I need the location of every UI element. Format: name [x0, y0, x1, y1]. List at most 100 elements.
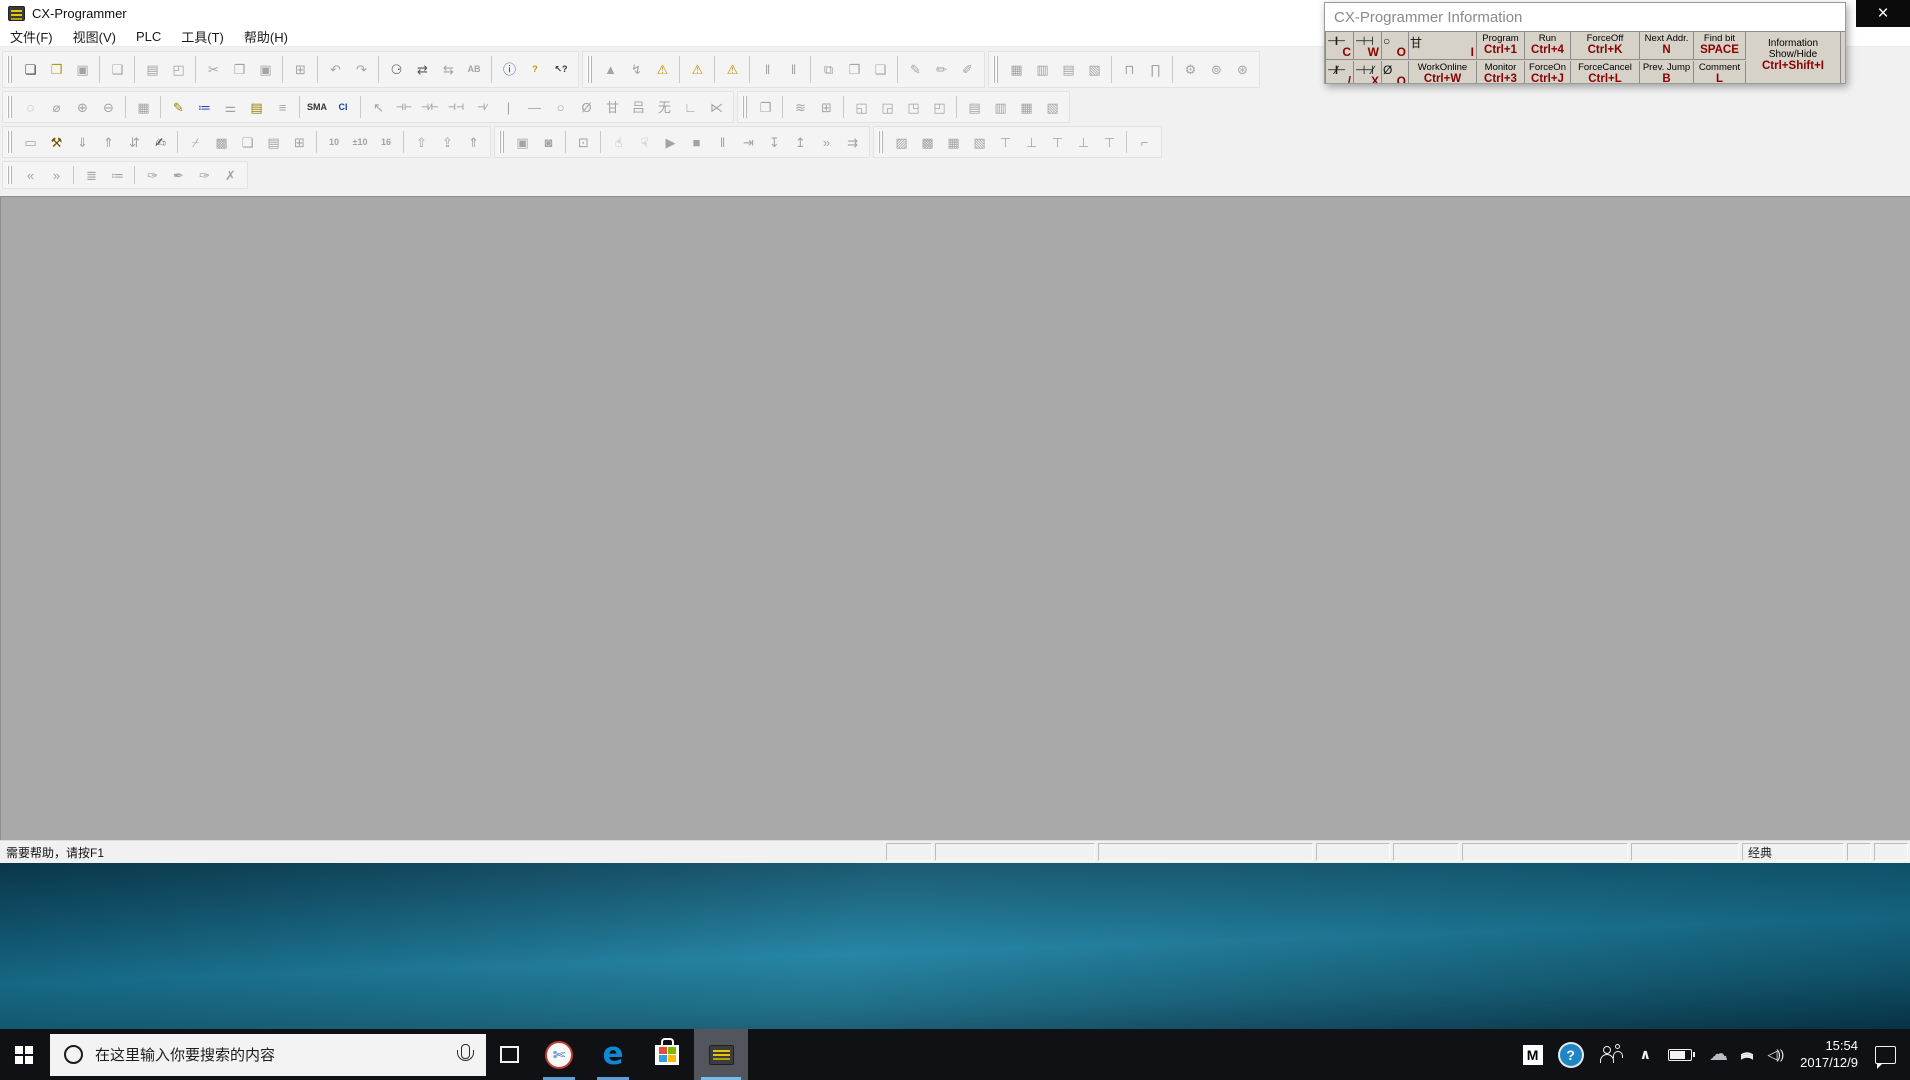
- memory-card-view-button[interactable]: ▤: [1055, 58, 1081, 82]
- new-vertical-line-button[interactable]: |: [495, 95, 521, 119]
- build-program-button[interactable]: ⚒: [43, 130, 69, 154]
- new-inverted-instruction-button[interactable]: 无: [651, 95, 677, 119]
- pause-hand-button[interactable]: ☟: [631, 130, 657, 154]
- tray-network-icon[interactable]: (((: [1740, 1052, 1755, 1058]
- sma-instructions-button[interactable]: SMA: [304, 95, 330, 119]
- mesh-check-button[interactable]: ▩: [208, 130, 234, 154]
- find-warning-button[interactable]: ⚠: [649, 58, 675, 82]
- tray-volume-icon[interactable]: ◁)): [1768, 1047, 1785, 1063]
- watch-window-3-button[interactable]: ▦: [940, 130, 966, 154]
- io-table-button[interactable]: ⊞: [286, 130, 312, 154]
- change-all-button[interactable]: ⇆: [435, 58, 461, 82]
- toolbar-grip-handle[interactable]: [7, 96, 12, 118]
- pan-tool-button[interactable]: ◌: [17, 95, 43, 119]
- pause-program-button[interactable]: ‖: [709, 130, 735, 154]
- monitor-hex-button[interactable]: 16: [373, 130, 399, 154]
- online-edit-send-button[interactable]: ✏: [928, 58, 954, 82]
- task-schedule-button[interactable]: ⊞: [813, 95, 839, 119]
- toolbar-grip-handle[interactable]: [7, 131, 12, 153]
- monitor-data-in-rung-button[interactable]: ▤: [243, 95, 269, 119]
- force-pen-set-button[interactable]: ✑: [139, 163, 165, 187]
- taskbar-app-store[interactable]: [640, 1029, 694, 1080]
- redo-button[interactable]: ↷: [348, 58, 374, 82]
- force-pen-toggle-button[interactable]: ✑: [191, 163, 217, 187]
- tray-show-hidden-icons-chevron[interactable]: ∧: [1640, 1046, 1651, 1063]
- zoom-custom-button[interactable]: ⌀: [43, 95, 69, 119]
- toolbar-grip-handle[interactable]: [878, 131, 883, 153]
- print-button[interactable]: ▤: [139, 58, 165, 82]
- line-connect-button[interactable]: ∟: [677, 95, 703, 119]
- tray-help-icon[interactable]: ?: [1559, 1043, 1582, 1066]
- start-button[interactable]: [0, 1029, 48, 1080]
- menu-item-view[interactable]: 视图(V): [63, 26, 126, 46]
- ci-view-button[interactable]: CI: [330, 95, 356, 119]
- new-file-button[interactable]: ❏: [17, 58, 43, 82]
- taskbar-app-cx-programmer[interactable]: [694, 1029, 748, 1080]
- toolbar-grip-handle[interactable]: [587, 56, 592, 83]
- information-window-title-bar[interactable]: CX-Programmer Information: [1325, 3, 1845, 31]
- address-reference-button[interactable]: ❒: [841, 58, 867, 82]
- plc-clock-button[interactable]: ⊚: [1203, 58, 1229, 82]
- transfer-to-plc-button[interactable]: ⇓: [69, 130, 95, 154]
- monitor-signed-decimal-button[interactable]: ±10: [347, 130, 373, 154]
- watch-window-4-button[interactable]: ▧: [966, 130, 992, 154]
- data-memory-view-button[interactable]: ▧: [1081, 58, 1107, 82]
- help-topics-button[interactable]: ?: [522, 58, 548, 82]
- paste-button[interactable]: ▣: [252, 58, 278, 82]
- tree-view-button[interactable]: ≡: [269, 95, 295, 119]
- change-address-ab-button[interactable]: AB: [461, 58, 487, 82]
- auto-symbol-z-button[interactable]: ◱: [848, 95, 874, 119]
- rung-reference-button[interactable]: ❑: [867, 58, 893, 82]
- cut-button[interactable]: ✂: [200, 58, 226, 82]
- compile-warning-button[interactable]: ⚠: [684, 58, 710, 82]
- timing-bar-2-button[interactable]: ⊥: [1018, 130, 1044, 154]
- memory-table-button[interactable]: ▦: [1013, 95, 1039, 119]
- timing-bar-5-button[interactable]: ⊤: [1096, 130, 1122, 154]
- new-or-contact-button[interactable]: ⊣⊣: [443, 95, 469, 119]
- program-check-button[interactable]: ⌿: [182, 130, 208, 154]
- stop-hand-button[interactable]: ☝: [605, 130, 631, 154]
- toolbar-grip-handle[interactable]: [993, 56, 998, 83]
- find-button[interactable]: ⚆: [383, 58, 409, 82]
- online-edit-begin-button[interactable]: ✎: [902, 58, 928, 82]
- io-memory-view-button[interactable]: ▥: [1029, 58, 1055, 82]
- online-edit-cancel-button[interactable]: ✐: [954, 58, 980, 82]
- force-pen-cancel-button[interactable]: ✗: [217, 163, 243, 187]
- about-info-button[interactable]: ⓘ: [496, 58, 522, 82]
- toolbar-grip-handle[interactable]: [7, 166, 12, 184]
- run-program-button[interactable]: ▶: [657, 130, 683, 154]
- transfer-layers-button[interactable]: ≋: [787, 95, 813, 119]
- corner-connector-button[interactable]: ⌐: [1131, 130, 1157, 154]
- toolbar-grip-handle[interactable]: [742, 96, 747, 118]
- menu-item-file[interactable]: 文件(F): [0, 26, 63, 46]
- menu-item-help[interactable]: 帮助(H): [234, 26, 298, 46]
- continuous-step-button[interactable]: »: [813, 130, 839, 154]
- rung-jump-button[interactable]: ≔: [104, 163, 130, 187]
- tray-battery-icon[interactable]: [1668, 1048, 1695, 1061]
- tray-clock[interactable]: 15:54 2017/12/9: [1800, 1038, 1858, 1072]
- toolbar-grip-handle[interactable]: [7, 56, 12, 83]
- new-instruction-button[interactable]: 甘: [599, 95, 625, 119]
- force-cancel-all-button[interactable]: ⇑: [460, 130, 486, 154]
- task-view-button[interactable]: [486, 1029, 532, 1080]
- new-contact-button[interactable]: ⊣⊢: [391, 95, 417, 119]
- io-panel-button[interactable]: ▤: [260, 130, 286, 154]
- watch-window-2-button[interactable]: ▩: [914, 130, 940, 154]
- auto-symbol-plain-button[interactable]: ◰: [926, 95, 952, 119]
- differential-pause-button[interactable]: ‖: [754, 58, 780, 82]
- new-or-closed-contact-button[interactable]: ⊣∕: [469, 95, 495, 119]
- watch-window-1-button[interactable]: ▨: [888, 130, 914, 154]
- stop-program-button[interactable]: ■: [683, 130, 709, 154]
- new-closed-contact-button[interactable]: ⊣∕⊢: [417, 95, 443, 119]
- zoom-in-button[interactable]: ⊕: [69, 95, 95, 119]
- new-coil-button[interactable]: ○: [547, 95, 573, 119]
- section-view-button[interactable]: ❏: [234, 130, 260, 154]
- plc-clock-sync-button[interactable]: ⊛: [1229, 58, 1255, 82]
- rung-comment-button[interactable]: ✎: [165, 95, 191, 119]
- step-into-button[interactable]: ↧: [761, 130, 787, 154]
- toolbar-grip-handle[interactable]: [499, 131, 504, 153]
- tray-onedrive-cloud-icon[interactable]: ☁: [1709, 1045, 1728, 1064]
- find-in-project-button[interactable]: ❑: [104, 58, 130, 82]
- differential-monitor-button[interactable]: ⊓: [1116, 58, 1142, 82]
- indent-rung-button[interactable]: »: [43, 163, 69, 187]
